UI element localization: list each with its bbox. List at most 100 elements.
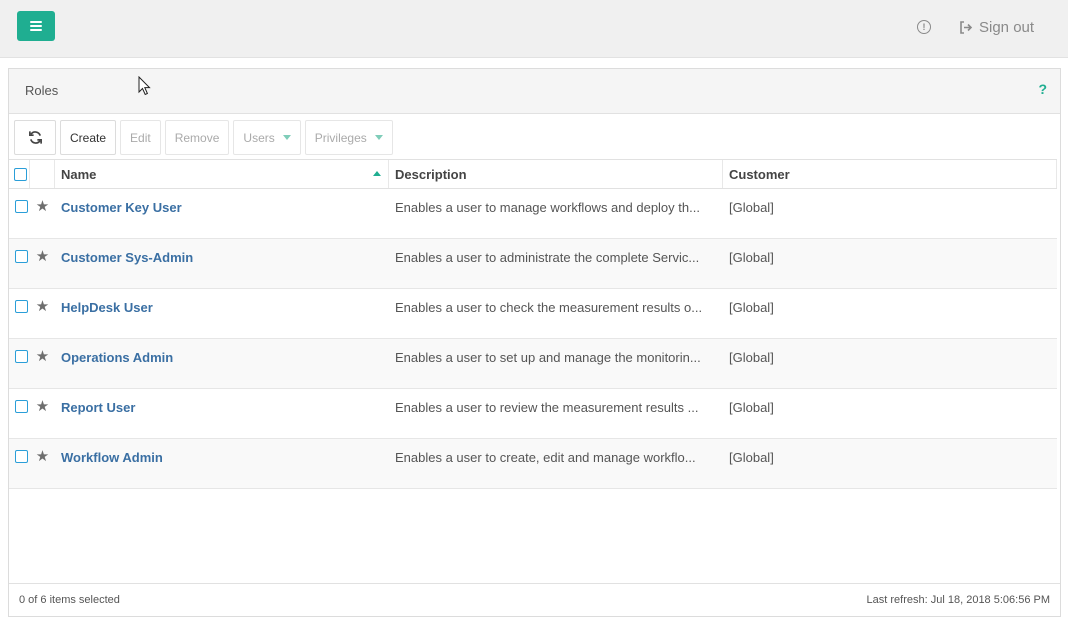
role-customer: [Global] — [729, 300, 774, 315]
row-star-cell: ★ — [30, 339, 55, 388]
column-header-name[interactable]: Name — [55, 160, 389, 188]
role-description: Enables a user to create, edit and manag… — [395, 450, 696, 465]
role-name-link[interactable]: Report User — [61, 400, 135, 415]
row-checkbox[interactable] — [14, 400, 28, 413]
role-customer: [Global] — [729, 450, 774, 465]
roles-panel: Roles ? Create Edit Remove Users Privile… — [8, 68, 1061, 617]
mouse-cursor-icon — [138, 76, 151, 96]
edit-button[interactable]: Edit — [120, 120, 161, 155]
users-dropdown[interactable]: Users — [233, 120, 301, 155]
row-star-cell: ★ — [30, 289, 55, 338]
table-row[interactable]: ★ Customer Key User Enables a user to mana… — [9, 189, 1057, 239]
table-row[interactable]: ★ Operations Admin Enables a user to set u… — [9, 339, 1057, 389]
role-name-link[interactable]: Customer Sys-Admin — [61, 250, 193, 265]
star-icon[interactable]: ★ — [36, 299, 49, 314]
panel-header: Roles ? — [9, 69, 1060, 114]
row-star-cell: ★ — [30, 189, 55, 238]
row-check-cell — [9, 389, 30, 438]
refresh-icon — [28, 131, 42, 144]
row-check-cell — [9, 289, 30, 338]
hamburger-icon — [30, 21, 42, 31]
star-icon[interactable]: ★ — [36, 199, 49, 214]
row-star-cell: ★ — [30, 389, 55, 438]
row-name-cell: Customer Sys-Admin — [55, 239, 389, 288]
role-customer: [Global] — [729, 200, 774, 215]
sign-out-button[interactable]: Sign out — [959, 17, 1034, 37]
toolbar: Create Edit Remove Users Privileges — [14, 120, 393, 156]
row-star-cell: ★ — [30, 239, 55, 288]
chevron-down-icon — [374, 135, 383, 140]
row-checkbox[interactable] — [14, 200, 28, 213]
row-name-cell: Customer Key User — [55, 189, 389, 238]
row-check-cell — [9, 239, 30, 288]
privileges-dropdown-label: Privileges — [314, 130, 367, 145]
role-customer: [Global] — [729, 350, 774, 365]
select-all-checkbox[interactable] — [14, 167, 27, 181]
top-bar: ! Sign out — [0, 0, 1068, 58]
column-header-description[interactable]: Description — [389, 160, 723, 188]
row-checkbox[interactable] — [14, 300, 28, 313]
role-description: Enables a user to set up and manage the … — [395, 350, 701, 365]
row-description-cell: Enables a user to check the measurement … — [389, 289, 723, 338]
row-description-cell: Enables a user to set up and manage the … — [389, 339, 723, 388]
row-description-cell: Enables a user to create, edit and manag… — [389, 439, 723, 488]
row-customer-cell: [Global] — [723, 289, 1057, 338]
selection-count: 0 of 6 items selected — [19, 594, 120, 606]
role-name-link[interactable]: HelpDesk User — [61, 300, 153, 315]
row-name-cell: Report User — [55, 389, 389, 438]
menu-toggle-button[interactable] — [17, 11, 55, 41]
info-circle-icon[interactable]: ! — [917, 20, 931, 34]
role-customer: [Global] — [729, 400, 774, 415]
table-row[interactable]: ★ Report User Enables a user to review the… — [9, 389, 1057, 439]
role-description: Enables a user to check the measurement … — [395, 300, 703, 315]
remove-button[interactable]: Remove — [164, 120, 230, 155]
column-header-customer[interactable]: Customer — [723, 160, 1057, 188]
row-name-cell: Workflow Admin — [55, 439, 389, 488]
row-customer-cell: [Global] — [723, 239, 1057, 288]
role-name-link[interactable]: Workflow Admin — [61, 450, 163, 465]
star-icon[interactable]: ★ — [36, 349, 49, 364]
star-icon[interactable]: ★ — [36, 249, 49, 264]
star-icon[interactable]: ★ — [36, 449, 49, 464]
table-row[interactable]: ★ HelpDesk User Enables a user to check th… — [9, 289, 1057, 339]
role-name-link[interactable]: Customer Key User — [61, 200, 182, 215]
table-row[interactable]: ★ Workflow Admin Enables a user to create,… — [9, 439, 1057, 489]
row-name-cell: Operations Admin — [55, 339, 389, 388]
status-bar: 0 of 6 items selected Last refresh: Jul … — [9, 583, 1060, 616]
sort-ascending-icon — [373, 171, 381, 176]
create-button[interactable]: Create — [60, 120, 117, 155]
row-checkbox[interactable] — [14, 250, 28, 263]
help-icon[interactable]: ? — [1038, 81, 1047, 97]
row-check-cell — [9, 439, 30, 488]
row-check-cell — [9, 189, 30, 238]
table-body: ★ Customer Key User Enables a user to mana… — [9, 189, 1057, 489]
chevron-down-icon — [282, 135, 291, 140]
role-description: Enables a user to manage workflows and d… — [395, 200, 700, 215]
role-customer: [Global] — [729, 250, 774, 265]
row-customer-cell: [Global] — [723, 339, 1057, 388]
row-star-cell: ★ — [30, 439, 55, 488]
role-description: Enables a user to review the measurement… — [395, 400, 699, 415]
column-header-name-label: Name — [61, 166, 97, 182]
table-row[interactable]: ★ Customer Sys-Admin Enables a user to adm… — [9, 239, 1057, 289]
page-title: Roles — [25, 83, 59, 98]
last-refresh: Last refresh: Jul 18, 2018 5:06:56 PM — [866, 594, 1050, 606]
table-header: Name Description Customer — [9, 159, 1057, 189]
roles-table: Name Description Customer ★ Customer Key … — [9, 159, 1057, 489]
star-icon[interactable]: ★ — [36, 399, 49, 414]
row-name-cell: HelpDesk User — [55, 289, 389, 338]
row-check-cell — [9, 339, 30, 388]
role-description: Enables a user to administrate the compl… — [395, 250, 700, 265]
row-checkbox[interactable] — [14, 450, 28, 463]
refresh-button[interactable] — [14, 120, 56, 155]
header-star-cell — [30, 160, 55, 188]
header-check-cell — [9, 160, 30, 188]
row-customer-cell: [Global] — [723, 389, 1057, 438]
role-name-link[interactable]: Operations Admin — [61, 350, 173, 365]
row-customer-cell: [Global] — [723, 189, 1057, 238]
sign-out-label: Sign out — [979, 18, 1035, 36]
row-checkbox[interactable] — [14, 350, 28, 363]
privileges-dropdown[interactable]: Privileges — [304, 120, 393, 155]
row-description-cell: Enables a user to review the measurement… — [389, 389, 723, 438]
row-description-cell: Enables a user to administrate the compl… — [389, 239, 723, 288]
